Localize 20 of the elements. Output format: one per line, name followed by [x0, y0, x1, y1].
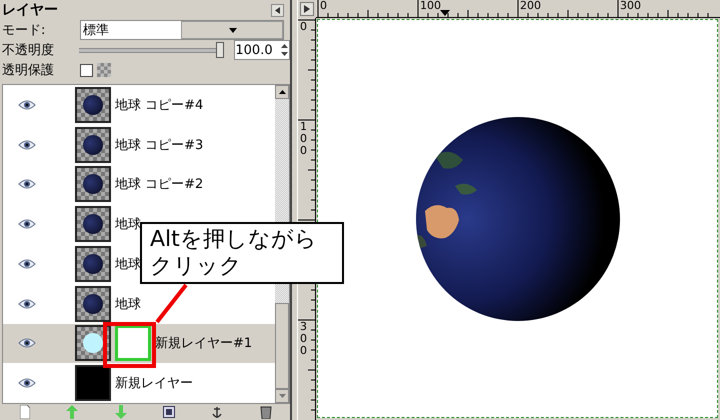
mode-label: モード: — [2, 22, 46, 39]
layer-name: 地球 コピー#2 — [115, 176, 204, 194]
ruler-label: 0 — [300, 21, 308, 34]
callout-text: Altを押しながら — [150, 226, 317, 253]
layer-name: 新規レイヤー#1 — [155, 335, 252, 352]
layer-name: 新規レイヤー — [115, 375, 193, 392]
panel-title: レイヤー — [2, 1, 58, 19]
layer-name: 地球 — [115, 296, 141, 313]
ruler-label: 0 — [320, 0, 327, 12]
ruler-label: 100 — [300, 121, 308, 158]
ruler-label: 200 — [520, 0, 541, 12]
lock-label: 透明保護 — [2, 62, 55, 79]
opacity-label: 不透明度 — [2, 42, 55, 59]
ruler-label: 100 — [420, 0, 441, 12]
layer-name: 地球 コピー#3 — [115, 136, 204, 154]
callout-text: クリック — [150, 253, 242, 280]
ruler-label: 300 — [300, 321, 308, 358]
layer-name: 地球 コピー#4 — [115, 96, 204, 114]
ruler-label: 300 — [620, 0, 641, 12]
layer-name: 地球 — [115, 256, 141, 273]
